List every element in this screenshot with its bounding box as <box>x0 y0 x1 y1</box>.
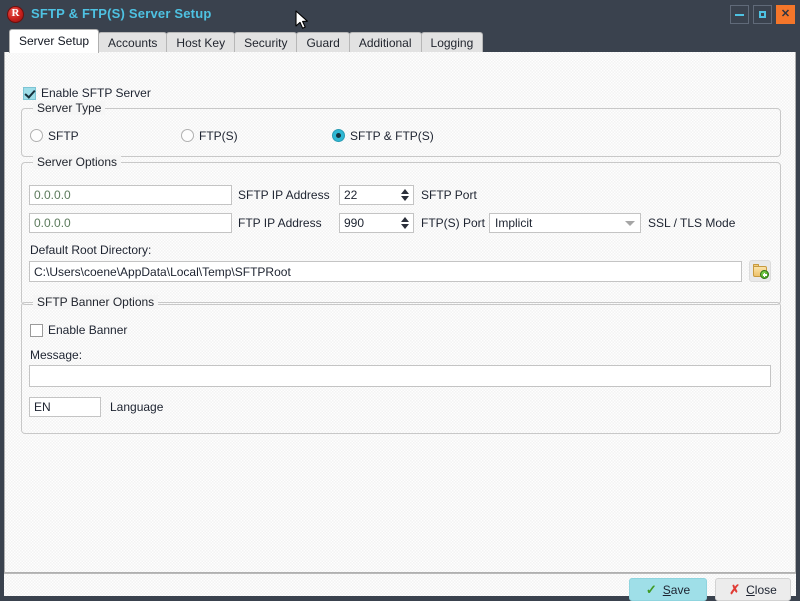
default-root-directory-label: Default Root Directory: <box>30 243 152 257</box>
tab-label: Logging <box>430 36 474 50</box>
enable-banner-label: Enable Banner <box>48 323 128 337</box>
browse-root-directory-button[interactable] <box>749 260 771 282</box>
sftp-ip-address-label: SFTP IP Address <box>238 188 330 202</box>
radio-sftp-and-ftps-label: SFTP & FTP(S) <box>350 129 434 143</box>
radio-sftp-and-ftps[interactable] <box>332 129 345 142</box>
window-controls <box>730 5 795 24</box>
close-label-rest: lose <box>754 582 777 597</box>
ftps-port-spin-buttons[interactable] <box>396 214 413 232</box>
tab-host-key[interactable]: Host Key <box>166 32 236 53</box>
save-button-label: Save <box>662 582 691 597</box>
server-setup-panel: Enable SFTP Server Server Type SFTP FTP(… <box>4 52 796 573</box>
ftps-port-label: FTP(S) Port <box>421 216 486 230</box>
close-button-label: Close <box>746 582 777 597</box>
tab-accounts[interactable]: Accounts <box>98 32 168 53</box>
spinner-down-icon[interactable] <box>400 224 409 229</box>
ftp-ip-address-label: FTP IP Address <box>238 216 322 230</box>
tab-label: Guard <box>306 36 340 50</box>
sftp-port-value[interactable]: 22 <box>340 188 396 202</box>
minimize-button[interactable] <box>730 5 749 24</box>
tab-label: Security <box>244 36 288 50</box>
tab-server-setup[interactable]: Server Setup <box>9 29 100 53</box>
sftp-banner-options-group: SFTP Banner Options Enable Banner Messag… <box>21 295 781 434</box>
ftps-port-value[interactable]: 990 <box>340 216 396 230</box>
server-type-legend: Server Type <box>33 101 106 115</box>
banner-message-input[interactable] <box>29 365 771 387</box>
spinner-up-icon[interactable] <box>400 217 409 222</box>
enable-sftp-server-checkbox[interactable] <box>23 87 36 100</box>
sftp-port-stepper[interactable]: 22 <box>339 185 414 205</box>
spinner-up-icon[interactable] <box>400 189 409 194</box>
app-logo-icon <box>7 6 24 23</box>
spinner-down-icon[interactable] <box>400 196 409 201</box>
tab-logging[interactable]: Logging <box>420 32 484 53</box>
radio-sftp[interactable] <box>30 129 43 142</box>
ssl-tls-mode-select[interactable]: Implicit <box>489 213 641 233</box>
radio-sftp-label: SFTP <box>48 129 79 143</box>
tab-label: Accounts <box>108 36 158 50</box>
tab-strip: Server Setup Accounts Host Key Security … <box>4 29 796 53</box>
server-options-group: Server Options 0.0.0.0 SFTP IP Address 2… <box>21 155 781 305</box>
tab-label: Host Key <box>176 36 226 50</box>
check-icon: ✓ <box>645 582 657 597</box>
tab-security[interactable]: Security <box>234 32 298 53</box>
banner-options-legend: SFTP Banner Options <box>33 295 159 309</box>
ssl-tls-mode-label: SSL / TLS Mode <box>648 216 736 230</box>
language-label: Language <box>110 400 164 414</box>
default-root-directory-input[interactable]: C:\Users\coene\AppData\Local\Temp\SFTPRo… <box>29 261 742 282</box>
save-button[interactable]: ✓ Save <box>629 578 707 601</box>
ftp-ip-address-input[interactable]: 0.0.0.0 <box>29 213 232 233</box>
ftps-port-stepper[interactable]: 990 <box>339 213 414 233</box>
server-options-legend: Server Options <box>33 155 122 169</box>
chevron-down-icon[interactable] <box>620 221 640 226</box>
sftp-port-spin-buttons[interactable] <box>396 186 413 204</box>
enable-sftp-server-label: Enable SFTP Server <box>41 86 151 100</box>
radio-ftps[interactable] <box>181 129 194 142</box>
enable-banner-checkbox[interactable] <box>30 324 43 337</box>
language-input[interactable]: EN <box>29 397 101 417</box>
ssl-tls-mode-value: Implicit <box>495 216 533 230</box>
tab-list: Server Setup Accounts Host Key Security … <box>9 29 484 53</box>
sftp-port-label: SFTP Port <box>421 188 477 202</box>
tab-guard[interactable]: Guard <box>296 32 350 53</box>
maximize-button[interactable] <box>753 5 772 24</box>
tab-label: Additional <box>358 36 412 50</box>
app-window: SFTP & FTP(S) Server Setup Server Setup … <box>0 0 800 601</box>
save-label-rest: ave <box>670 582 691 597</box>
window-title: SFTP & FTP(S) Server Setup <box>31 6 212 21</box>
server-type-group: Server Type SFTP FTP(S) SFTP & FTP(S) <box>21 101 781 157</box>
cross-icon: ✗ <box>729 582 741 597</box>
close-button[interactable]: ✗ Close <box>715 578 791 601</box>
tab-additional[interactable]: Additional <box>348 32 422 53</box>
footer-bar: ✓ Save ✗ Close <box>4 573 796 601</box>
close-window-button[interactable] <box>776 5 795 24</box>
message-label: Message: <box>30 348 83 362</box>
folder-add-icon <box>753 264 769 279</box>
tab-label: Server Setup <box>19 34 90 48</box>
title-bar[interactable]: SFTP & FTP(S) Server Setup <box>0 0 800 29</box>
radio-ftps-label: FTP(S) <box>199 129 238 143</box>
sftp-ip-address-input[interactable]: 0.0.0.0 <box>29 185 232 205</box>
client-area: Server Setup Accounts Host Key Security … <box>4 29 796 601</box>
